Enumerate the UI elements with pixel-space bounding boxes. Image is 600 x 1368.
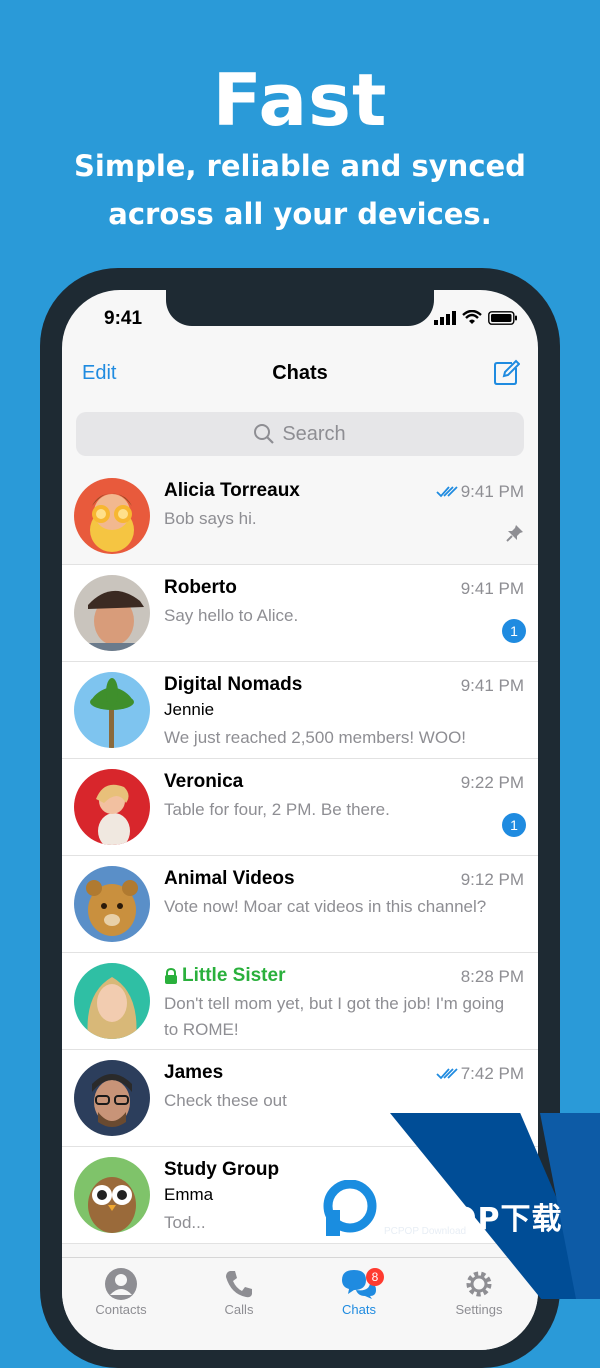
lock-icon [165, 967, 177, 984]
promo-subtitle-line2: across all your devices. [108, 197, 492, 231]
tab-label: Calls [224, 1302, 254, 1317]
avatar [74, 575, 150, 651]
pin-icon [506, 524, 524, 547]
avatar [74, 963, 150, 1039]
avatar [74, 1060, 150, 1136]
promo-title: Fast [212, 58, 388, 142]
chat-name: James [164, 1062, 224, 1083]
double-check-icon [436, 486, 458, 498]
promo-subtitle: Simple, reliable and synced across all y… [0, 142, 600, 238]
chat-message: Say hello to Alice. [164, 606, 299, 625]
chat-row-digital-nomads[interactable]: Digital Nomads 9:41 PM Jennie We just re… [62, 662, 538, 759]
unread-badge: 1 [502, 813, 526, 837]
phone-icon [226, 1271, 252, 1298]
search-icon [254, 424, 275, 444]
tab-settings[interactable]: Settings [424, 1266, 534, 1317]
watermark-sub: PCPOP Download [384, 1226, 467, 1237]
chat-message: Bob says hi. [164, 509, 257, 528]
chat-row-little-sister[interactable]: Little Sister 8:28 PM Don't tell mom yet… [62, 953, 538, 1050]
tab-badge: 8 [366, 1268, 384, 1286]
tab-label: Chats [342, 1302, 376, 1317]
chat-name: Study Group [164, 1159, 280, 1180]
watermark-logo-icon [322, 1179, 380, 1238]
chat-name: Digital Nomads [164, 674, 303, 695]
avatar [74, 866, 150, 942]
compose-button[interactable] [492, 359, 521, 392]
avatar [74, 672, 150, 748]
promo-subtitle-line1: Simple, reliable and synced [74, 149, 526, 183]
chat-message: Don't tell mom yet, but I got the job! I… [164, 994, 505, 1039]
chat-name: Alicia Torreaux [164, 480, 300, 501]
chat-row-roberto[interactable]: Roberto 9:41 PM Say hello to Alice. 1 [62, 565, 538, 662]
nav-bar: Edit Chats [62, 350, 538, 400]
search-input[interactable]: Search [76, 412, 524, 456]
chat-message: We just reached 2,500 members! WOO! [164, 728, 467, 747]
search-placeholder: Search [282, 422, 346, 445]
chat-message: Vote now! Moar cat videos in this channe… [164, 897, 487, 916]
tab-bar: Contacts Calls 8 Chats Settings [62, 1257, 538, 1350]
chat-time: 8:28 PM [460, 967, 524, 986]
chat-row-alicia[interactable]: Alicia Torreaux 9:41 PM Bob says hi. [62, 468, 538, 565]
page-title: Chats [272, 362, 328, 384]
signal-icon [434, 310, 456, 325]
battery-icon [488, 310, 517, 325]
chat-message: Table for four, 2 PM. Be there. [164, 800, 390, 819]
status-time: 9:41 [104, 308, 143, 329]
chat-name: Animal Videos [164, 868, 295, 889]
chat-time: 9:41 PM [460, 676, 524, 695]
double-check-icon [436, 1068, 458, 1080]
chat-name: Roberto [164, 577, 237, 598]
avatar [74, 769, 150, 845]
avatar [74, 478, 150, 554]
compose-icon [494, 359, 521, 385]
avatar [74, 1157, 150, 1233]
chat-time: 9:12 PM [460, 870, 524, 889]
unread-badge: 1 [502, 619, 526, 643]
chat-time: 9:22 PM [460, 773, 524, 792]
person-circle-icon [105, 1268, 137, 1300]
tab-chats[interactable]: 8 Chats [304, 1266, 414, 1317]
tab-label: Contacts [95, 1302, 147, 1317]
chat-message: Check these out [164, 1091, 287, 1110]
chat-time: 9:41 PM [460, 579, 524, 598]
chat-row-veronica[interactable]: Veronica 9:22 PM Table for four, 2 PM. B… [62, 759, 538, 856]
chat-time: 7:42 PM [436, 1064, 524, 1084]
chat-row-animal-videos[interactable]: Animal Videos 9:12 PM Vote now! Moar cat… [62, 856, 538, 953]
wifi-icon [462, 310, 482, 324]
tab-contacts[interactable]: Contacts [66, 1266, 176, 1317]
chat-time: 9:41 PM [436, 482, 524, 502]
gear-icon [466, 1271, 492, 1297]
tab-label: Settings [455, 1302, 503, 1317]
notch [166, 290, 434, 326]
chat-sender: Jennie [164, 700, 215, 719]
chat-name-secret: Little Sister [164, 965, 285, 987]
chat-name: Veronica [164, 771, 244, 792]
status-icons [434, 310, 518, 325]
chat-sender: Emma [164, 1185, 214, 1204]
tab-calls[interactable]: Calls [184, 1266, 294, 1317]
